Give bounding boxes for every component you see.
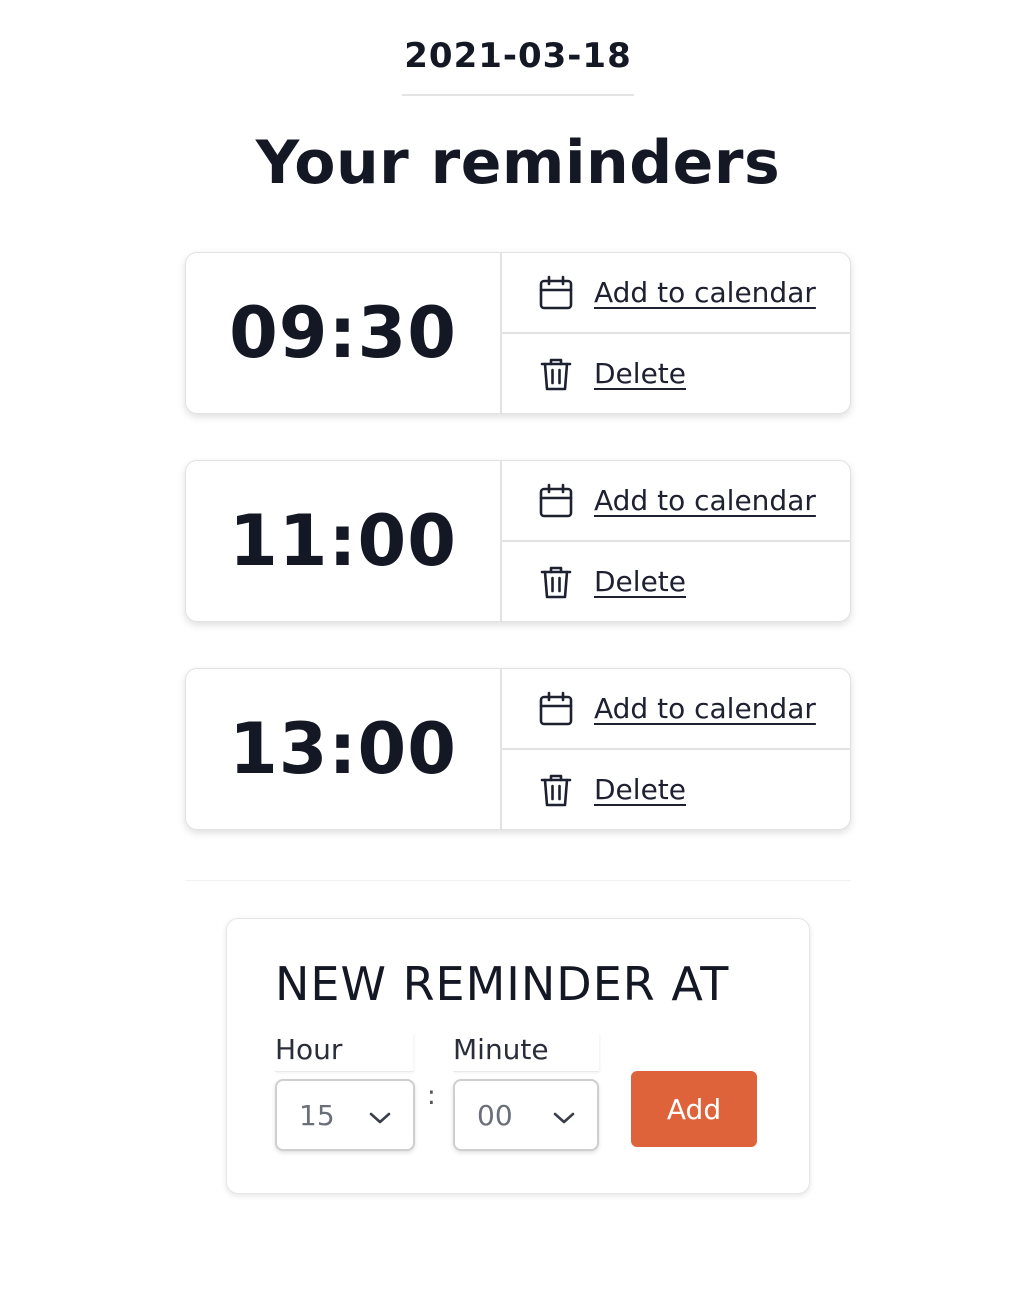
delete-label: Delete — [594, 565, 686, 598]
page-title: Your reminders — [255, 128, 781, 198]
chevron-down-icon — [553, 1099, 575, 1132]
add-to-calendar-label: Add to calendar — [594, 484, 816, 517]
reminder-actions: Add to calendar Delete — [502, 669, 850, 829]
reminder-card: 09:30 Add to calendar Delete — [185, 252, 851, 414]
date-header-wrap: 2021-03-18 — [0, 36, 1036, 96]
reminder-time: 13:00 — [186, 669, 502, 829]
reminder-list: 09:30 Add to calendar Delete 11:00 Add t… — [185, 252, 851, 881]
hour-select[interactable]: 15 — [275, 1079, 415, 1151]
reminder-actions: Add to calendar Delete — [502, 253, 850, 413]
hour-value: 15 — [299, 1098, 335, 1132]
reminder-time: 11:00 — [186, 461, 502, 621]
chevron-down-icon — [369, 1099, 391, 1132]
delete-label: Delete — [594, 773, 686, 806]
delete-button[interactable]: Delete — [502, 748, 850, 829]
add-to-calendar-button[interactable]: Add to calendar — [502, 669, 850, 748]
reminder-card: 13:00 Add to calendar Delete — [185, 668, 851, 830]
minute-select[interactable]: 00 — [453, 1079, 599, 1151]
add-to-calendar-button[interactable]: Add to calendar — [502, 461, 850, 540]
hour-label: Hour — [275, 1033, 413, 1072]
add-to-calendar-label: Add to calendar — [594, 692, 816, 725]
minute-value: 00 — [477, 1098, 513, 1132]
trash-icon — [538, 772, 574, 808]
trash-icon — [538, 564, 574, 600]
trash-icon — [538, 356, 574, 392]
calendar-icon — [538, 483, 574, 519]
reminder-actions: Add to calendar Delete — [502, 461, 850, 621]
delete-label: Delete — [594, 357, 686, 390]
new-reminder-form: NEW REMINDER AT Hour 15 : Minute 00 Add — [226, 918, 810, 1194]
add-to-calendar-button[interactable]: Add to calendar — [502, 253, 850, 332]
calendar-icon — [538, 691, 574, 727]
reminder-time: 09:30 — [186, 253, 502, 413]
delete-button[interactable]: Delete — [502, 540, 850, 621]
calendar-icon — [538, 275, 574, 311]
new-reminder-title: NEW REMINDER AT — [275, 957, 730, 1011]
minute-label: Minute — [453, 1033, 599, 1072]
add-to-calendar-label: Add to calendar — [594, 276, 816, 309]
current-date: 2021-03-18 — [402, 36, 634, 96]
time-separator: : — [427, 1081, 436, 1111]
add-reminder-button[interactable]: Add — [631, 1071, 757, 1147]
delete-button[interactable]: Delete — [502, 332, 850, 413]
reminder-card: 11:00 Add to calendar Delete — [185, 460, 851, 622]
